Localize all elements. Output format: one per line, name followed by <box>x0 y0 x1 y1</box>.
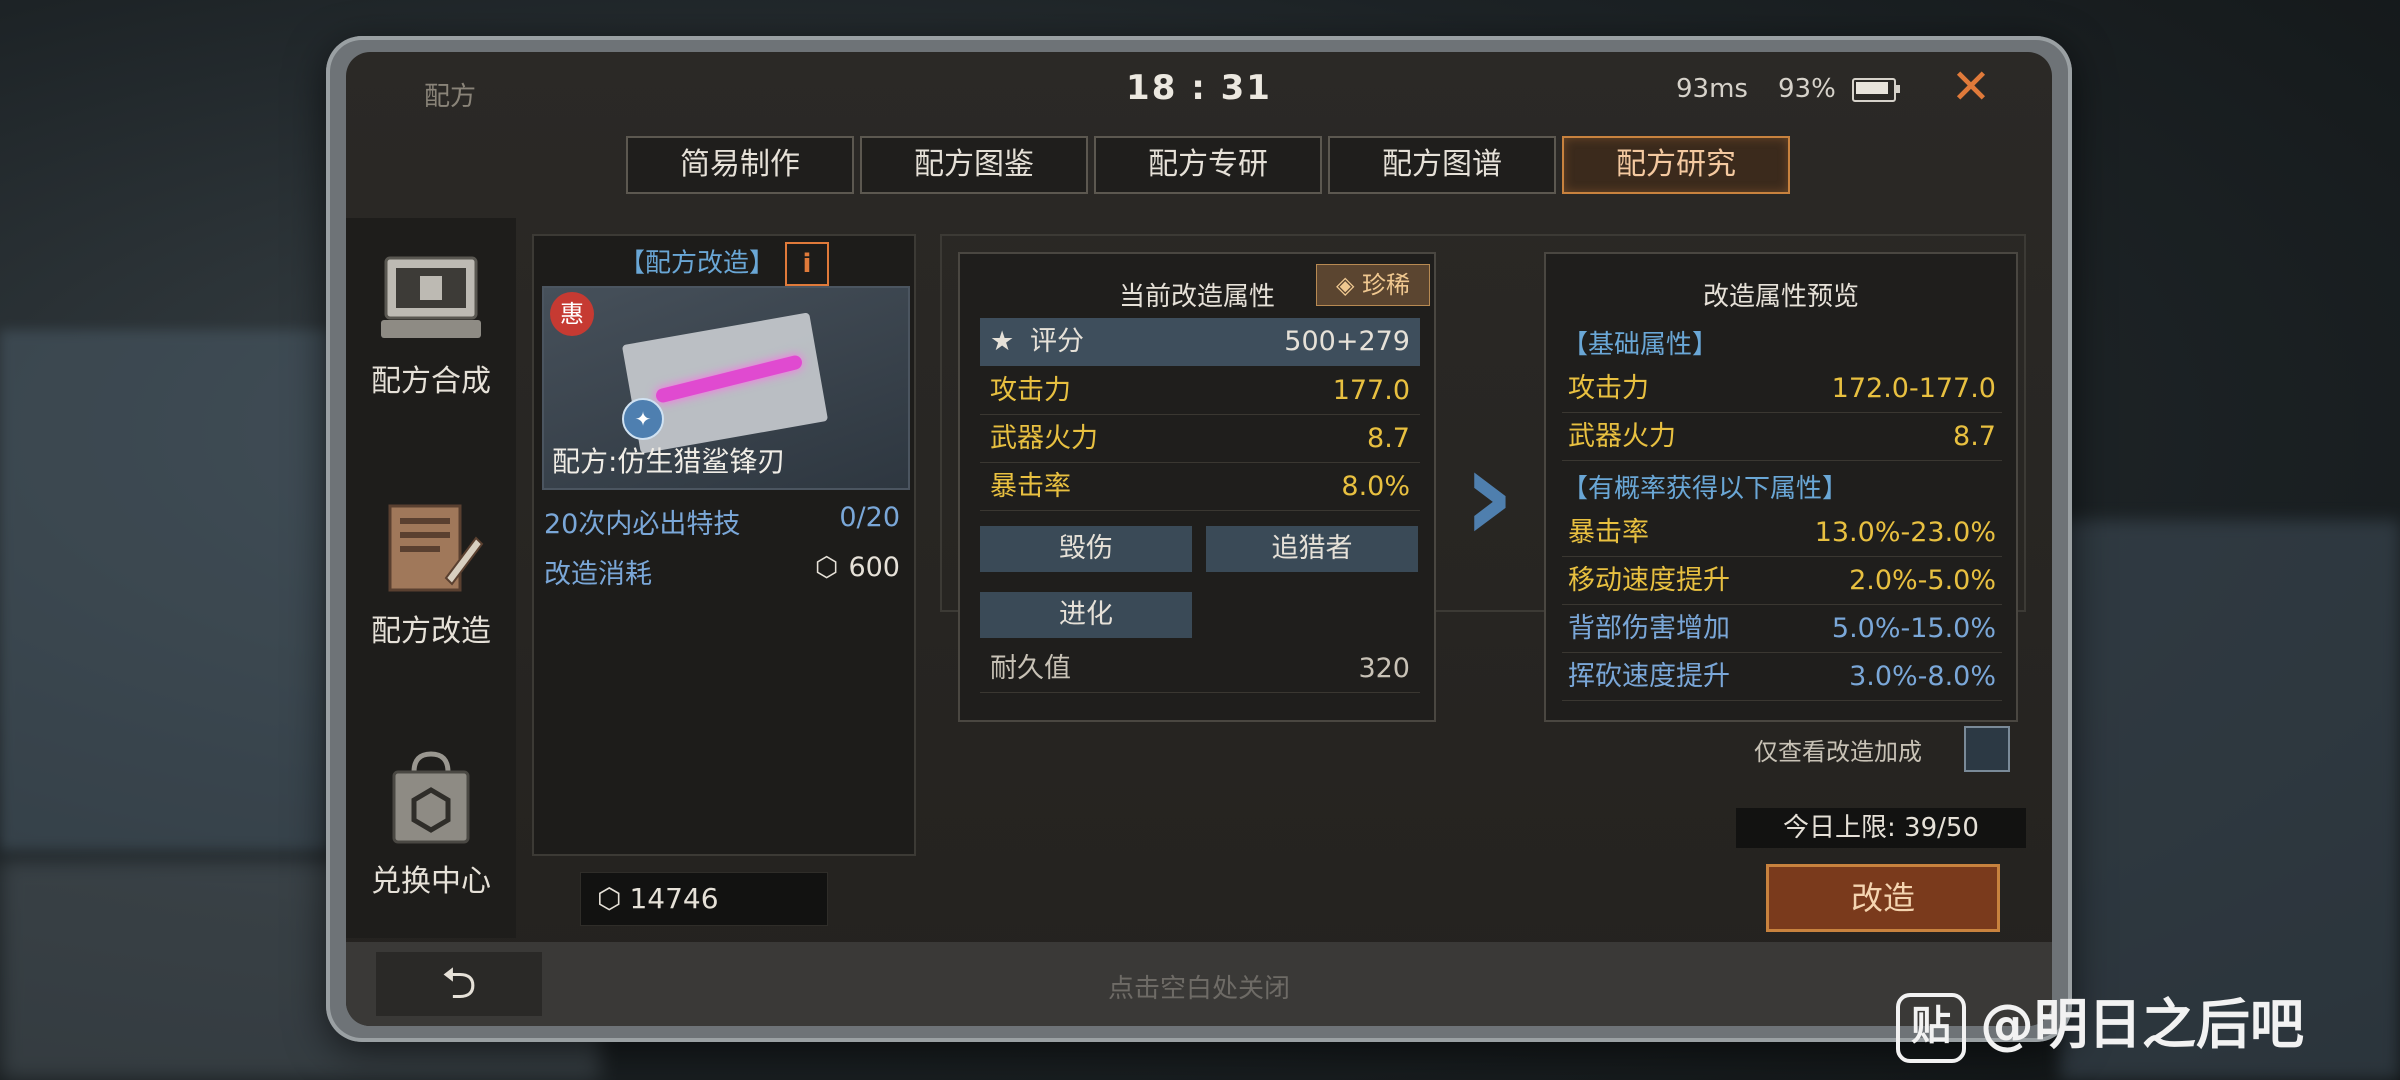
terminal-icon <box>376 248 486 348</box>
shopping-bag-icon <box>376 748 486 848</box>
score-row: ★ 评分 500+279 <box>980 318 1420 366</box>
sidebar-item-recipe-modify[interactable]: 配方改造 <box>346 498 516 650</box>
hex-coin-icon: ⬡ <box>597 882 622 915</box>
preview-row: 暴击率 13.0%-23.0% <box>1562 510 2002 557</box>
cost-label: 改造消耗 <box>544 559 652 590</box>
tab-simple-craft[interactable]: 简易制作 <box>626 136 854 194</box>
score-label: 评分 <box>1030 326 1084 357</box>
preview-label: 背部伤害增加 <box>1568 613 1730 644</box>
sidebar-item-label: 兑换中心 <box>371 864 491 899</box>
tab-bar: 简易制作 配方图鉴 配方专研 配方图谱 配方研究 <box>626 136 1790 194</box>
only-view-bonus-label: 仅查看改造加成 <box>1754 738 1922 766</box>
attr-label: 武器火力 <box>990 423 1098 454</box>
preview-value: 172.0-177.0 <box>1831 373 1996 404</box>
tab-recipe-study[interactable]: 配方专研 <box>1094 136 1322 194</box>
reforge-button[interactable]: 改造 <box>1766 864 2000 932</box>
sidebar: 配方合成 配方改造 兑换中心 <box>346 218 516 938</box>
star-icon: ★ <box>990 326 1015 357</box>
preview-label: 武器火力 <box>1568 421 1676 452</box>
preview-label: 挥砍速度提升 <box>1568 661 1730 692</box>
durability-value: 320 <box>1358 653 1410 684</box>
rarity-badge: ◈ 珍稀 <box>1316 264 1430 306</box>
discount-badge: 惠 <box>550 292 594 336</box>
daily-limit: 今日上限: 39/50 <box>1736 808 2026 848</box>
bottom-bar[interactable]: ⮌ 点击空白处关闭 <box>346 942 2052 1026</box>
skill-tag-hunter[interactable]: 追猎者 <box>1206 526 1418 572</box>
cost-value: 600 <box>848 552 900 583</box>
preview-row: 背部伤害增加 5.0%-15.0% <box>1562 606 2002 653</box>
guarantee-label: 20次内必出特技 <box>544 509 741 540</box>
preview-label: 暴击率 <box>1568 517 1649 548</box>
hex-coin-icon: ⬡ <box>814 552 839 583</box>
game-screen: 配方 18 : 31 93ms 93% ✕ 简易制作 配方图鉴 配方专研 配方图… <box>346 52 2052 1026</box>
recipe-card[interactable]: 惠 ✦ 配方:仿生猎鲨锋刃 <box>542 286 910 490</box>
sidebar-item-exchange-center[interactable]: 兑换中心 <box>346 748 516 900</box>
preview-value: 8.7 <box>1953 421 1996 452</box>
tab-recipe-guide[interactable]: 配方图鉴 <box>860 136 1088 194</box>
sidebar-item-recipe-synthesis[interactable]: 配方合成 <box>346 248 516 400</box>
diamond-icon: ◈ <box>1335 271 1363 299</box>
watermark-text: @明日之后吧 <box>1980 993 2304 1056</box>
sidebar-item-label: 配方改造 <box>371 614 491 649</box>
preview-row: 挥砍速度提升 3.0%-8.0% <box>1562 654 2002 701</box>
attr-value: 8.7 <box>1367 423 1410 454</box>
tab-recipe-research[interactable]: 配方研究 <box>1562 136 1790 194</box>
preview-value: 5.0%-15.0% <box>1831 613 1996 644</box>
preview-attributes-panel: 改造属性预览 【基础属性】 攻击力 172.0-177.0 武器火力 8.7 【… <box>1544 252 2018 722</box>
durability-label: 耐久值 <box>990 653 1071 684</box>
skill-tag-destroy[interactable]: 毁伤 <box>980 526 1192 572</box>
guarantee-value: 0/20 <box>839 502 900 533</box>
skill-tag-evolve[interactable]: 进化 <box>980 592 1192 638</box>
wrench-icon: ✦ <box>622 398 664 440</box>
only-view-bonus-checkbox[interactable] <box>1964 726 2010 772</box>
recipe-name: 配方:仿生猎鲨锋刃 <box>552 445 786 478</box>
balance-value: 14746 <box>629 882 719 915</box>
background-blur-left <box>0 330 330 850</box>
battery-icon <box>1852 78 1900 102</box>
chevron-right-icon: › <box>1462 419 1516 571</box>
info-icon[interactable]: i <box>785 242 829 286</box>
tab-recipe-atlas[interactable]: 配方图谱 <box>1328 136 1556 194</box>
document-pen-icon <box>376 498 486 598</box>
recipe-panel-header: 【配方改造】 i <box>534 242 914 286</box>
ping-readout: 93ms <box>1676 74 1748 104</box>
current-attributes-panel: 当前改造属性 ◈ 珍稀 ★ 评分 500+279 攻击力 177.0 武器火力 … <box>958 252 1436 722</box>
preview-row: 武器火力 8.7 <box>1562 414 2002 461</box>
recipe-header-label: 【配方改造】 <box>618 248 775 279</box>
score-value: 500+279 <box>1284 326 1410 357</box>
battery-percent: 93% <box>1778 74 1836 104</box>
sidebar-item-label: 配方合成 <box>371 364 491 399</box>
attr-value: 8.0% <box>1341 471 1410 502</box>
attr-row: 暴击率 8.0% <box>980 464 1420 511</box>
preview-value: 3.0%-8.0% <box>1849 661 1996 692</box>
rarity-label: 珍稀 <box>1362 271 1411 299</box>
attr-row: 武器火力 8.7 <box>980 416 1420 463</box>
attribute-area: 当前改造属性 ◈ 珍稀 ★ 评分 500+279 攻击力 177.0 武器火力 … <box>940 234 2026 722</box>
attr-value: 177.0 <box>1332 375 1410 406</box>
preview-label: 移动速度提升 <box>1568 565 1730 596</box>
attr-label: 暴击率 <box>990 471 1071 502</box>
preview-row: 移动速度提升 2.0%-5.0% <box>1562 558 2002 605</box>
cost-value-wrap: ⬡ 600 <box>815 552 900 583</box>
attr-label: 攻击力 <box>990 375 1071 406</box>
preview-value: 2.0%-5.0% <box>1849 565 1996 596</box>
tieba-logo-icon: 贴 <box>1896 993 1966 1064</box>
watermark: 贴 @明日之后吧 <box>1896 980 2304 1064</box>
attr-row: 攻击力 177.0 <box>980 368 1420 415</box>
currency-balance: ⬡ 14746 <box>580 872 828 926</box>
preview-title: 改造属性预览 <box>1702 282 1859 312</box>
preview-row: 攻击力 172.0-177.0 <box>1562 366 2002 413</box>
base-attributes-header: 【基础属性】 <box>1562 330 1719 360</box>
close-hint: 点击空白处关闭 <box>1107 974 1290 1004</box>
preview-value: 13.0%-23.0% <box>1814 517 1996 548</box>
preview-label: 攻击力 <box>1568 373 1649 404</box>
durability-row: 耐久值 320 <box>980 646 1420 693</box>
chance-attributes-header: 【有概率获得以下属性】 <box>1562 474 1849 504</box>
recipe-panel: 【配方改造】 i 惠 ✦ 配方:仿生猎鲨锋刃 20次内必出特技 0/20 改造消耗… <box>532 234 916 856</box>
close-icon[interactable]: ✕ <box>1946 62 1996 112</box>
